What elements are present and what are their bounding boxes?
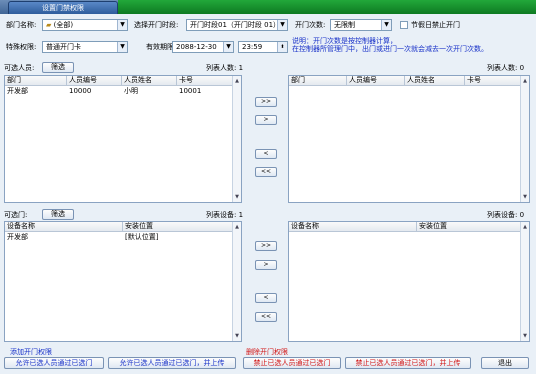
exit-button[interactable]: 退出 [481,357,529,369]
doors-filter-button[interactable]: 筛选 [42,209,74,220]
remove-door-button[interactable]: < [255,293,277,303]
scroll-up-icon[interactable]: ▲ [233,223,241,231]
selected-people-list[interactable]: 部门 人员编号 人员姓名 卡号 ▲ ▼ [288,75,530,203]
add-door-button[interactable]: > [255,260,277,270]
special-value: 普通开门卡 [46,43,81,51]
add-all-people-button[interactable]: >> [255,97,277,107]
deny-upload-button[interactable]: 禁止已选人员通过已选门，并上传 [345,357,471,369]
add-all-doors-button[interactable]: >> [255,241,277,251]
title-accent-strip [118,0,536,14]
delete-permission-group-label: 删除开门权限 [246,348,288,356]
available-doors-label: 可选门: [4,211,28,219]
available-people-list[interactable]: 部门 人员编号 人员姓名 卡号 开发部 10000 小明 10001 ▲ ▼ [4,75,242,203]
people-right-scrollbar[interactable]: ▲ ▼ [520,76,529,202]
deny-button[interactable]: 禁止已选人员通过已选门 [243,357,341,369]
available-doors-list[interactable]: 设备名称 安装位置 开发部 [默认位置] ▲ ▼ [4,221,242,342]
period-value: 开门时段01（开门时段 01） [190,21,281,29]
people-count-right: 列表人数: 0 [487,64,525,72]
table-row-card[interactable]: 10001 [177,87,201,96]
scroll-up-icon[interactable]: ▲ [521,223,529,231]
allow-upload-button[interactable]: 允许已选人员通过已选门，并上传 [108,357,236,369]
selected-doors-list[interactable]: 设备名称 安装位置 ▲ ▼ [288,221,530,342]
people-left-scrollbar[interactable]: ▲ ▼ [232,76,241,202]
scroll-up-icon[interactable]: ▲ [233,77,241,85]
col-header-id[interactable]: 人员编号 [67,76,122,86]
col-header-card[interactable]: 卡号 [177,76,234,86]
open-count-select[interactable]: 无限制 ▼ [330,19,392,31]
scroll-down-icon[interactable]: ▼ [521,193,529,201]
col-header-device[interactable]: 设备名称 [5,222,123,232]
add-permission-group-label: 添加开门权限 [10,348,52,356]
special-select[interactable]: 普通开门卡 ▼ [42,41,128,53]
special-label: 特殊权限: [6,43,37,51]
count-label: 开门次数: [295,21,326,29]
chevron-down-icon[interactable]: ▼ [117,20,127,30]
note-line-2: 在控制器所管理门中，出门或进门一次就会减去一次开门次数。 [292,45,488,53]
period-label: 选择开门时段: [134,21,179,29]
doors-left-scrollbar[interactable]: ▲ ▼ [232,222,241,341]
table-row-device[interactable]: 开发部 [5,233,28,242]
col-header-location[interactable]: 安装位置 [417,222,522,232]
col-header-name[interactable]: 人员姓名 [122,76,177,86]
people-count-left: 列表人数: 1 [206,64,244,72]
table-row-dept[interactable]: 开发部 [5,87,28,96]
table-row-name[interactable]: 小明 [122,87,138,96]
available-people-label: 可选人员: [4,64,35,72]
chevron-down-icon[interactable]: ▼ [381,20,391,30]
col-header-name[interactable]: 人员姓名 [405,76,465,86]
col-header-device[interactable]: 设备名称 [289,222,417,232]
table-row-location[interactable]: [默认位置] [123,233,158,242]
remove-person-button[interactable]: < [255,149,277,159]
doors-count-left: 列表设备: 1 [206,211,244,219]
expiry-time-spinner[interactable]: 23:59 ⬍ [238,41,288,53]
doors-right-scrollbar[interactable]: ▲ ▼ [520,222,529,341]
remove-all-people-button[interactable]: << [255,167,277,177]
scroll-up-icon[interactable]: ▲ [521,77,529,85]
add-person-button[interactable]: > [255,115,277,125]
tab-set-access[interactable]: 设置门禁权限 [8,1,118,14]
expiry-date-picker[interactable]: 2088-12-30 ▼ [172,41,234,53]
col-header-location[interactable]: 安装位置 [123,222,234,232]
holiday-checkbox[interactable] [400,21,408,29]
col-header-card[interactable]: 卡号 [465,76,522,86]
people-filter-button[interactable]: 筛选 [42,62,74,73]
period-select[interactable]: 开门时段01（开门时段 01） ▼ [186,19,288,31]
department-select[interactable]: ▰ (全部) ▼ [42,19,128,31]
department-label: 部门名称: [6,21,37,29]
spin-icon[interactable]: ⬍ [277,42,287,52]
allow-button[interactable]: 允许已选人员通过已选门 [4,357,104,369]
scroll-down-icon[interactable]: ▼ [233,332,241,340]
scroll-down-icon[interactable]: ▼ [233,193,241,201]
remove-all-doors-button[interactable]: << [255,312,277,322]
department-value: (全部) [53,21,74,29]
chevron-down-icon[interactable]: ▼ [223,42,233,52]
col-header-dept[interactable]: 部门 [289,76,347,86]
open-count-value: 无限制 [334,21,355,29]
col-header-id[interactable]: 人员编号 [347,76,405,86]
scroll-down-icon[interactable]: ▼ [521,332,529,340]
chevron-down-icon[interactable]: ▼ [277,20,287,30]
table-row-id[interactable]: 10000 [67,87,91,96]
col-header-dept[interactable]: 部门 [5,76,67,86]
expiry-time-value: 23:59 [242,43,263,51]
folder-icon: ▰ [46,21,52,29]
chevron-down-icon[interactable]: ▼ [117,42,127,52]
holiday-label: 节假日禁止开门 [411,21,460,29]
expiry-date-value: 2088-12-30 [176,43,217,51]
doors-count-right: 列表设备: 0 [487,211,525,219]
